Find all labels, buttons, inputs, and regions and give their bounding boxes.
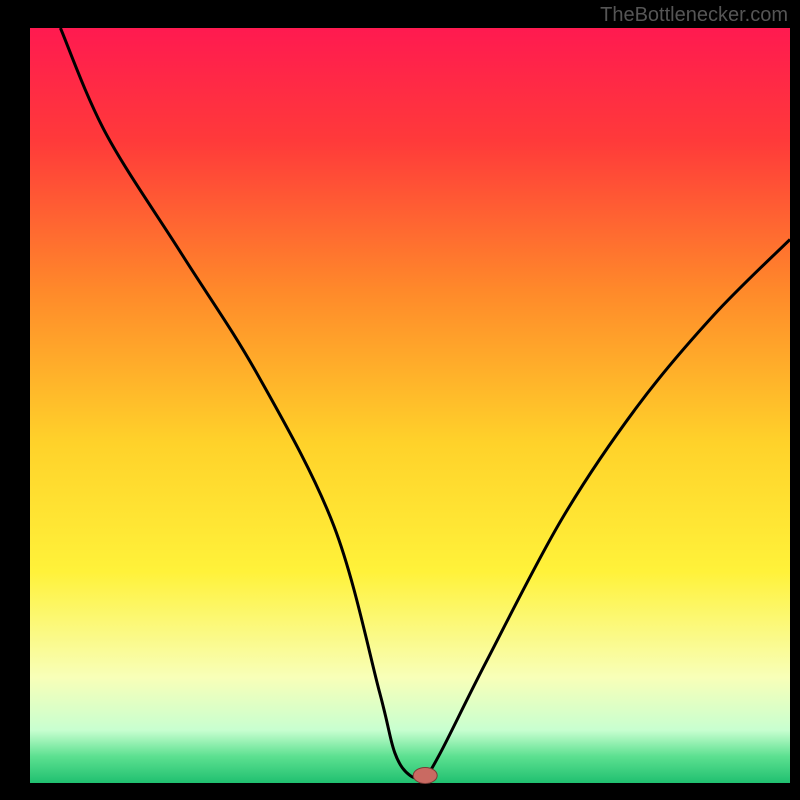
- bottleneck-chart: TheBottlenecker.com: [0, 0, 800, 800]
- chart-svg: [0, 0, 800, 800]
- watermark-text: TheBottlenecker.com: [600, 4, 788, 27]
- optimal-point-marker: [413, 767, 437, 783]
- plot-background: [30, 28, 790, 783]
